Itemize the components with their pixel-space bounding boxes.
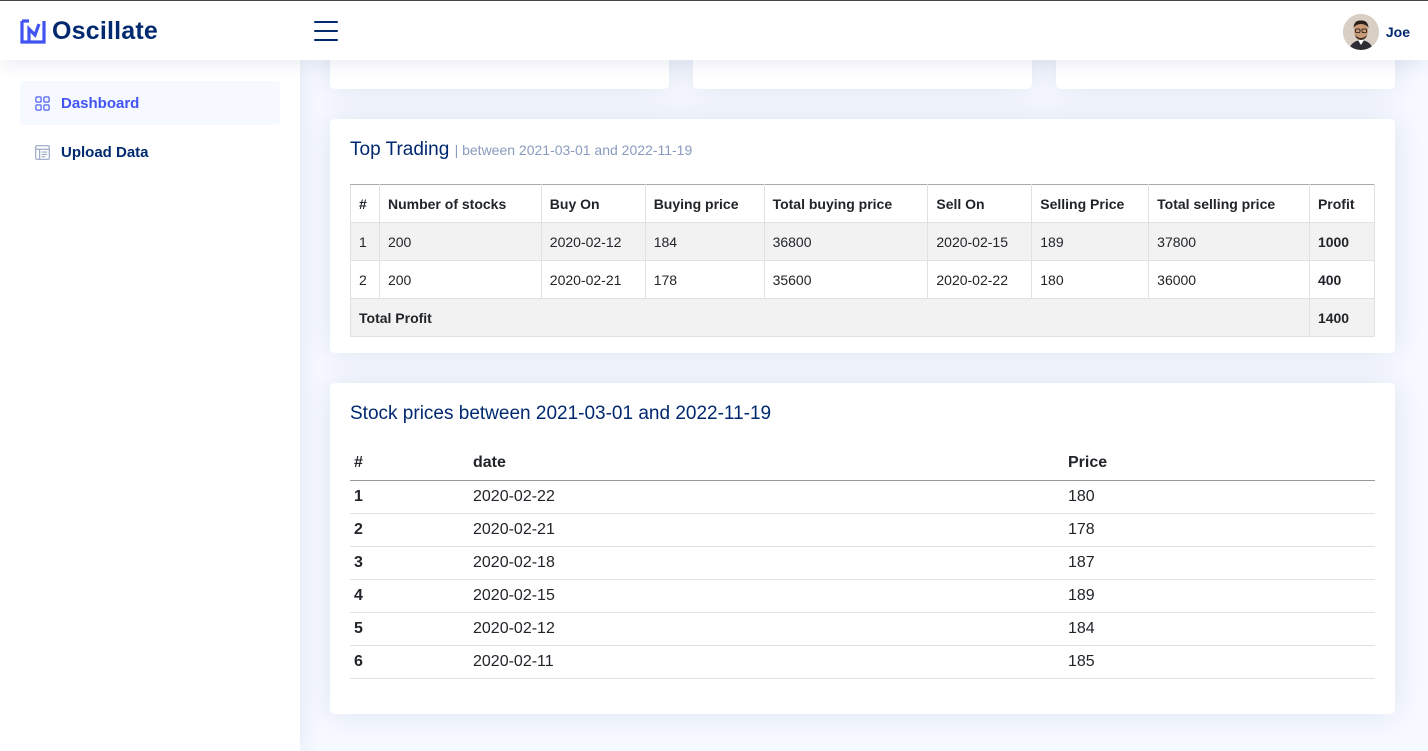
stock-prices-title: Stock prices between 2021-03-01 and 2022…	[350, 403, 772, 424]
row-index: 6	[350, 645, 469, 679]
total-row: Total Profit 1400	[350, 298, 1376, 337]
profit-cell: 1000	[1308, 222, 1376, 261]
table-row: 2 2020-02-21 178	[350, 513, 1375, 547]
date-cell: 2020-02-15	[469, 579, 1064, 613]
grid-icon	[35, 95, 50, 111]
table-cell: 180	[1031, 260, 1150, 299]
table-cell: 36000	[1148, 260, 1310, 299]
column-header: Profit	[1308, 184, 1376, 223]
table-cell: 200	[378, 222, 542, 261]
sidebar: Dashboard Upload Data	[0, 60, 300, 751]
table-cell: 200	[378, 260, 542, 299]
logo[interactable]: Oscillate	[20, 17, 158, 45]
sidebar-item-upload-data[interactable]: Upload Data	[20, 130, 280, 174]
price-cell: 189	[1064, 579, 1375, 613]
column-header: Total selling price	[1148, 184, 1310, 223]
table-row: 1 2020-02-22 180	[350, 480, 1375, 514]
top-header: Oscillate Joe	[0, 0, 1428, 60]
row-index: 4	[350, 579, 469, 613]
row-index: 2	[350, 513, 469, 547]
avatar[interactable]	[1342, 14, 1379, 50]
table-cell: 35600	[763, 260, 929, 299]
app-name: Oscillate	[52, 16, 159, 45]
row-index: 1	[350, 480, 469, 514]
row-index: 5	[350, 612, 469, 646]
top-trading-table: # Number of stocks Buy On Buying price T…	[350, 184, 1376, 337]
total-profit-label: Total Profit	[350, 298, 1310, 337]
column-header: date	[469, 446, 1064, 481]
price-cell: 184	[1064, 612, 1375, 646]
date-cell: 2020-02-21	[469, 513, 1064, 547]
total-profit-value: 1400	[1308, 298, 1376, 337]
column-header: #	[350, 446, 469, 481]
price-cell: 185	[1064, 645, 1375, 679]
price-cell: 180	[1064, 480, 1375, 514]
price-cell: 178	[1064, 513, 1375, 547]
column-header: Price	[1064, 446, 1375, 481]
hamburger-icon[interactable]	[314, 21, 338, 41]
date-cell: 2020-02-22	[469, 480, 1064, 514]
table-cell: 2020-02-12	[540, 222, 646, 261]
stock-prices-card: Stock prices between 2021-03-01 and 2022…	[330, 383, 1395, 714]
table-cell: 2020-02-21	[540, 260, 646, 299]
table-row: 2 200 2020-02-21 178 35600 2020-02-22 18…	[350, 260, 1376, 299]
sidebar-item-label: Dashboard	[61, 94, 140, 112]
table-row: 4 2020-02-15 189	[350, 579, 1375, 613]
sidebar-item-dashboard[interactable]: Dashboard	[20, 81, 280, 125]
table-cell: 1	[350, 222, 380, 261]
top-trading-title: Top Trading	[350, 139, 450, 160]
table-cell: 2	[350, 260, 380, 299]
card-title: Top Trading | between 2021-03-01 and 202…	[350, 139, 692, 161]
table-header-row: # date Price	[350, 446, 1375, 481]
table-cell: 2020-02-15	[927, 222, 1033, 261]
table-row: 3 2020-02-18 187	[350, 546, 1375, 580]
top-trading-subtitle: | between 2021-03-01 and 2022-11-19	[454, 142, 693, 158]
table-cell: 2020-02-22	[927, 260, 1033, 299]
profit-cell: 400	[1308, 260, 1376, 299]
table-row: 5 2020-02-12 184	[350, 612, 1375, 646]
column-header: Buy On	[540, 184, 646, 223]
table-header-row: # Number of stocks Buy On Buying price T…	[350, 184, 1376, 223]
column-header: Buying price	[644, 184, 765, 223]
column-header: #	[350, 184, 380, 223]
layout-text-icon	[35, 144, 50, 160]
date-cell: 2020-02-12	[469, 612, 1064, 646]
top-trading-card: Top Trading | between 2021-03-01 and 202…	[330, 119, 1395, 353]
table-row: 1 200 2020-02-12 184 36800 2020-02-15 18…	[350, 222, 1376, 261]
logo-icon	[20, 19, 46, 44]
sidebar-item-label: Upload Data	[61, 143, 149, 161]
column-header: Sell On	[927, 184, 1033, 223]
date-cell: 2020-02-18	[469, 546, 1064, 580]
column-header: Selling Price	[1031, 184, 1150, 223]
table-cell: 189	[1031, 222, 1150, 261]
price-cell: 187	[1064, 546, 1375, 580]
table-cell: 184	[644, 222, 765, 261]
table-cell: 37800	[1148, 222, 1310, 261]
table-row: 6 2020-02-11 185	[350, 645, 1375, 679]
profile-menu[interactable]: Joe	[1342, 14, 1410, 50]
row-index: 3	[350, 546, 469, 580]
stock-prices-table: # date Price 1 2020-02-22 180 2 2020-02-…	[350, 446, 1375, 679]
table-cell: 178	[644, 260, 765, 299]
column-header: Total buying price	[763, 184, 929, 223]
column-header: Number of stocks	[378, 184, 542, 223]
user-name[interactable]: Joe	[1386, 24, 1410, 40]
table-cell: 36800	[763, 222, 929, 261]
date-cell: 2020-02-11	[469, 645, 1064, 679]
